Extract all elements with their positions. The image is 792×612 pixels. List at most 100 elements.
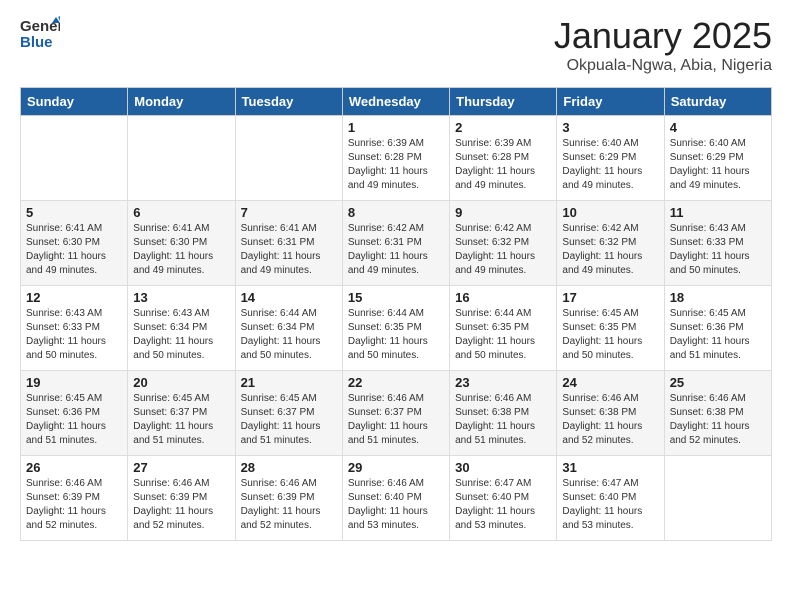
day-info: Sunrise: 6:41 AM Sunset: 6:30 PM Dayligh… [133, 222, 229, 278]
calendar-week-row: 19 Sunrise: 6:45 AM Sunset: 6:36 PM Dayli… [21, 371, 772, 456]
day-info: Sunrise: 6:46 AM Sunset: 6:39 PM Dayligh… [133, 477, 229, 533]
day-number: 4 [670, 120, 766, 135]
calendar-day-cell: 24 Sunrise: 6:46 AM Sunset: 6:38 PM Dayli… [557, 371, 664, 456]
day-number: 20 [133, 375, 229, 390]
day-number: 17 [562, 290, 658, 305]
day-number: 7 [241, 205, 337, 220]
calendar-day-cell: 31Sunrise: 6:47 AM Sunset: 6:40 PM Dayli… [557, 456, 664, 541]
day-number: 18 [670, 290, 766, 305]
day-info: Sunrise: 6:44 AM Sunset: 6:35 PM Dayligh… [455, 307, 551, 363]
day-number: 19 [26, 375, 122, 390]
calendar-day-cell: 6Sunrise: 6:41 AM Sunset: 6:30 PM Daylig… [128, 201, 235, 286]
day-number: 14 [241, 290, 337, 305]
day-info: Sunrise: 6:42 AM Sunset: 6:32 PM Dayligh… [562, 222, 658, 278]
calendar-day-cell: 7 Sunrise: 6:41 AM Sunset: 6:31 PM Daylig… [235, 201, 342, 286]
day-number: 13 [133, 290, 229, 305]
day-number: 3 [562, 120, 658, 135]
calendar-week-row: 26 Sunrise: 6:46 AM Sunset: 6:39 PM Dayli… [21, 456, 772, 541]
calendar-day-cell: 3 Sunrise: 6:40 AM Sunset: 6:29 PM Daylig… [557, 116, 664, 201]
calendar-day-cell: 20 Sunrise: 6:45 AM Sunset: 6:37 PM Dayli… [128, 371, 235, 456]
day-info: Sunrise: 6:47 AM Sunset: 6:40 PM Dayligh… [455, 477, 551, 533]
day-info: Sunrise: 6:44 AM Sunset: 6:35 PM Dayligh… [348, 307, 444, 363]
logo-svg: General Blue [20, 15, 60, 49]
day-number: 16 [455, 290, 551, 305]
day-number: 15 [348, 290, 444, 305]
weekday-header: Monday [128, 88, 235, 116]
calendar-day-cell: 27Sunrise: 6:46 AM Sunset: 6:39 PM Dayli… [128, 456, 235, 541]
weekday-header: Tuesday [235, 88, 342, 116]
calendar-day-cell: 13Sunrise: 6:43 AM Sunset: 6:34 PM Dayli… [128, 286, 235, 371]
weekday-header: Thursday [450, 88, 557, 116]
calendar-day-cell: 25 Sunrise: 6:46 AM Sunset: 6:38 PM Dayli… [664, 371, 771, 456]
calendar-table: SundayMondayTuesdayWednesdayThursdayFrid… [20, 87, 772, 541]
calendar-day-cell: 14Sunrise: 6:44 AM Sunset: 6:34 PM Dayli… [235, 286, 342, 371]
page-header: General Blue January 2025 Okpuala-Ngwa, … [20, 15, 772, 75]
calendar-day-cell: 10 Sunrise: 6:42 AM Sunset: 6:32 PM Dayli… [557, 201, 664, 286]
calendar-day-cell: 2 Sunrise: 6:39 AM Sunset: 6:28 PM Daylig… [450, 116, 557, 201]
calendar-day-cell [21, 116, 128, 201]
calendar-day-cell: 5 Sunrise: 6:41 AM Sunset: 6:30 PM Daylig… [21, 201, 128, 286]
month-title: January 2025 [554, 15, 772, 57]
day-info: Sunrise: 6:39 AM Sunset: 6:28 PM Dayligh… [348, 137, 444, 193]
page-container: General Blue January 2025 Okpuala-Ngwa, … [0, 0, 792, 556]
day-info: Sunrise: 6:46 AM Sunset: 6:39 PM Dayligh… [241, 477, 337, 533]
calendar-day-cell [235, 116, 342, 201]
day-number: 10 [562, 205, 658, 220]
day-info: Sunrise: 6:41 AM Sunset: 6:31 PM Dayligh… [241, 222, 337, 278]
calendar-week-row: 5 Sunrise: 6:41 AM Sunset: 6:30 PM Daylig… [21, 201, 772, 286]
day-info: Sunrise: 6:46 AM Sunset: 6:39 PM Dayligh… [26, 477, 122, 533]
calendar-day-cell: 26 Sunrise: 6:46 AM Sunset: 6:39 PM Dayli… [21, 456, 128, 541]
title-area: January 2025 Okpuala-Ngwa, Abia, Nigeria [554, 15, 772, 75]
calendar-day-cell: 9Sunrise: 6:42 AM Sunset: 6:32 PM Daylig… [450, 201, 557, 286]
day-number: 1 [348, 120, 444, 135]
day-info: Sunrise: 6:47 AM Sunset: 6:40 PM Dayligh… [562, 477, 658, 533]
calendar-day-cell: 4 Sunrise: 6:40 AM Sunset: 6:29 PM Daylig… [664, 116, 771, 201]
day-info: Sunrise: 6:43 AM Sunset: 6:33 PM Dayligh… [26, 307, 122, 363]
day-number: 28 [241, 460, 337, 475]
calendar-day-cell: 11 Sunrise: 6:43 AM Sunset: 6:33 PM Dayli… [664, 201, 771, 286]
calendar-day-cell: 19 Sunrise: 6:45 AM Sunset: 6:36 PM Dayli… [21, 371, 128, 456]
calendar-day-cell: 18 Sunrise: 6:45 AM Sunset: 6:36 PM Dayli… [664, 286, 771, 371]
day-number: 26 [26, 460, 122, 475]
day-number: 12 [26, 290, 122, 305]
day-number: 5 [26, 205, 122, 220]
day-number: 21 [241, 375, 337, 390]
calendar-day-cell: 15 Sunrise: 6:44 AM Sunset: 6:35 PM Dayli… [342, 286, 449, 371]
weekday-header: Saturday [664, 88, 771, 116]
calendar-day-cell: 21Sunrise: 6:45 AM Sunset: 6:37 PM Dayli… [235, 371, 342, 456]
calendar-day-cell: 12 Sunrise: 6:43 AM Sunset: 6:33 PM Dayli… [21, 286, 128, 371]
day-info: Sunrise: 6:46 AM Sunset: 6:38 PM Dayligh… [562, 392, 658, 448]
day-info: Sunrise: 6:45 AM Sunset: 6:36 PM Dayligh… [670, 307, 766, 363]
calendar-day-cell: 16 Sunrise: 6:44 AM Sunset: 6:35 PM Dayli… [450, 286, 557, 371]
day-number: 2 [455, 120, 551, 135]
day-info: Sunrise: 6:43 AM Sunset: 6:33 PM Dayligh… [670, 222, 766, 278]
day-info: Sunrise: 6:46 AM Sunset: 6:38 PM Dayligh… [455, 392, 551, 448]
day-info: Sunrise: 6:46 AM Sunset: 6:38 PM Dayligh… [670, 392, 766, 448]
day-number: 30 [455, 460, 551, 475]
location: Okpuala-Ngwa, Abia, Nigeria [554, 57, 772, 75]
calendar-week-row: 12 Sunrise: 6:43 AM Sunset: 6:33 PM Dayli… [21, 286, 772, 371]
calendar-day-cell: 1 Sunrise: 6:39 AM Sunset: 6:28 PM Daylig… [342, 116, 449, 201]
calendar-day-cell: 22Sunrise: 6:46 AM Sunset: 6:37 PM Dayli… [342, 371, 449, 456]
day-info: Sunrise: 6:45 AM Sunset: 6:37 PM Dayligh… [133, 392, 229, 448]
calendar-day-cell: 30 Sunrise: 6:47 AM Sunset: 6:40 PM Dayli… [450, 456, 557, 541]
day-number: 9 [455, 205, 551, 220]
day-number: 8 [348, 205, 444, 220]
day-number: 11 [670, 205, 766, 220]
day-number: 24 [562, 375, 658, 390]
calendar-header-row: SundayMondayTuesdayWednesdayThursdayFrid… [21, 88, 772, 116]
day-info: Sunrise: 6:42 AM Sunset: 6:31 PM Dayligh… [348, 222, 444, 278]
weekday-header: Wednesday [342, 88, 449, 116]
day-info: Sunrise: 6:46 AM Sunset: 6:37 PM Dayligh… [348, 392, 444, 448]
day-info: Sunrise: 6:41 AM Sunset: 6:30 PM Dayligh… [26, 222, 122, 278]
weekday-header: Sunday [21, 88, 128, 116]
logo-icon: General Blue [20, 15, 60, 49]
day-info: Sunrise: 6:45 AM Sunset: 6:36 PM Dayligh… [26, 392, 122, 448]
day-number: 25 [670, 375, 766, 390]
day-info: Sunrise: 6:40 AM Sunset: 6:29 PM Dayligh… [670, 137, 766, 193]
svg-text:Blue: Blue [20, 34, 53, 49]
day-number: 29 [348, 460, 444, 475]
day-number: 23 [455, 375, 551, 390]
day-info: Sunrise: 6:40 AM Sunset: 6:29 PM Dayligh… [562, 137, 658, 193]
day-info: Sunrise: 6:39 AM Sunset: 6:28 PM Dayligh… [455, 137, 551, 193]
